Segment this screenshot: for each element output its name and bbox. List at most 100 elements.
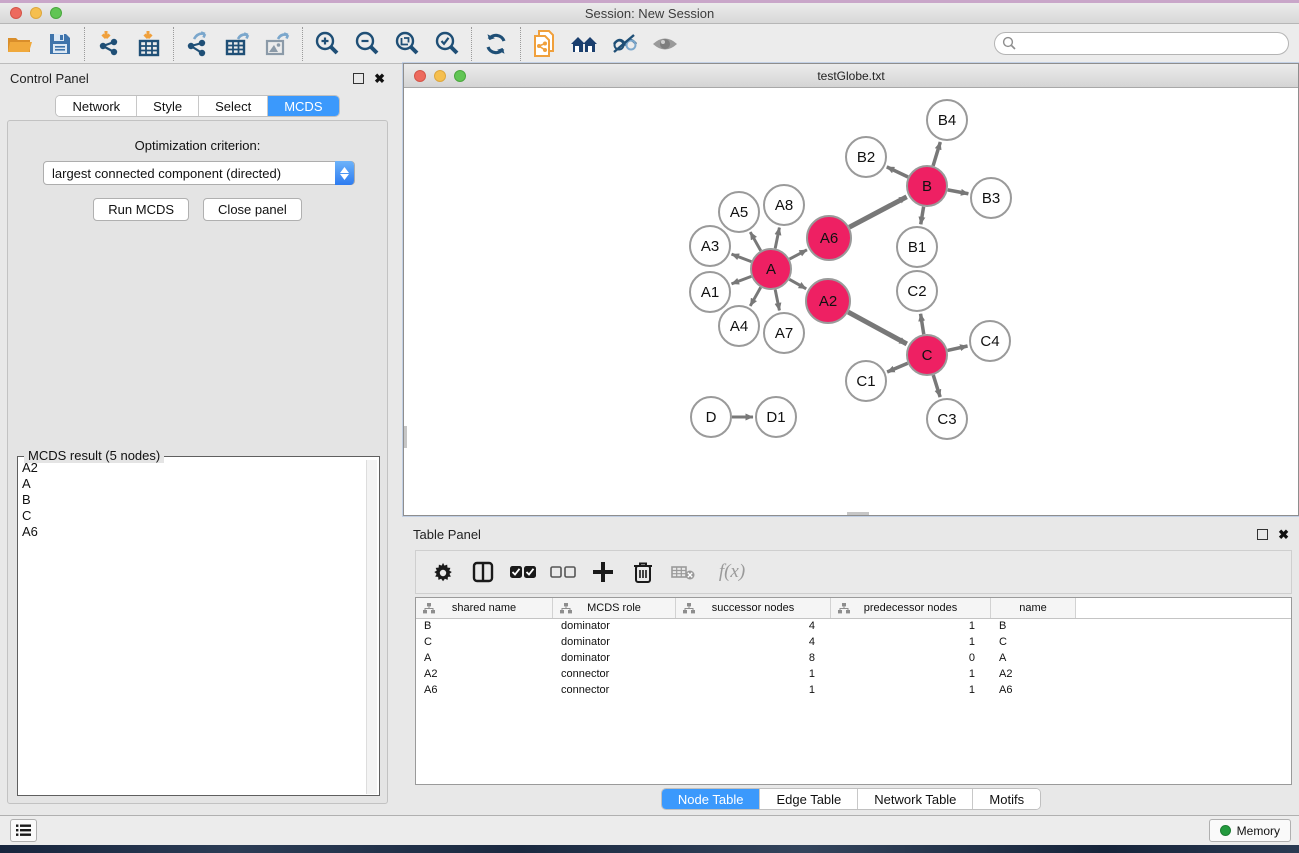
table-row[interactable]: A2connector11A2	[416, 667, 1291, 683]
node-A2[interactable]: A2	[806, 279, 850, 323]
edge-A-A6[interactable]	[790, 250, 807, 259]
column-header-successor-nodes[interactable]: successor nodes	[676, 598, 831, 618]
column-header-shared-name[interactable]: shared name	[416, 598, 553, 618]
edge-A6-B[interactable]	[849, 197, 906, 227]
table-cell[interactable]: 1	[831, 667, 991, 683]
select-all-button[interactable]	[506, 555, 540, 589]
mcds-result-scrollbar[interactable]	[366, 460, 377, 794]
table-cell[interactable]: 1	[831, 683, 991, 699]
edge-A-A2[interactable]	[789, 279, 806, 288]
network-graph[interactable]: B4B2BB3A8A5A6A3B1AA1C2A2A4A7C4CC1C3DD1	[404, 88, 1298, 515]
table-cell[interactable]: A	[991, 651, 1076, 667]
node-B3[interactable]: B3	[971, 178, 1011, 218]
table-cell[interactable]: 0	[831, 651, 991, 667]
function-builder-button[interactable]: f(x)	[706, 555, 758, 589]
edge-A-A5[interactable]	[750, 232, 760, 251]
table-cell[interactable]: 1	[676, 667, 831, 683]
control-tab-network[interactable]: Network	[56, 96, 137, 116]
gear-button[interactable]	[426, 555, 460, 589]
float-panel-icon[interactable]	[353, 73, 364, 84]
edge-A-A4[interactable]	[750, 287, 760, 306]
table-cell[interactable]: 8	[676, 651, 831, 667]
column-header-predecessor-nodes[interactable]: predecessor nodes	[831, 598, 991, 618]
node-A1[interactable]: A1	[690, 272, 730, 312]
mcds-result-item[interactable]: B	[18, 492, 365, 508]
close-panel-button[interactable]: Close panel	[203, 198, 302, 221]
edge-A2-C[interactable]	[848, 312, 907, 344]
node-A8[interactable]: A8	[764, 185, 804, 225]
float-table-panel-icon[interactable]	[1257, 529, 1268, 540]
hide-glasses-button[interactable]	[605, 27, 645, 61]
save-session-button[interactable]	[40, 27, 80, 61]
node-B[interactable]: B	[907, 166, 947, 206]
control-tab-style[interactable]: Style	[137, 96, 199, 116]
node-C2[interactable]: C2	[897, 271, 937, 311]
criterion-select[interactable]: largest connected component (directed)	[43, 161, 355, 185]
column-view-button[interactable]	[466, 555, 500, 589]
edge-C-C1[interactable]	[887, 363, 908, 372]
edge-B-B2[interactable]	[887, 167, 908, 177]
table-cell[interactable]: dominator	[553, 651, 676, 667]
import-table-button[interactable]	[129, 27, 169, 61]
node-B4[interactable]: B4	[927, 100, 967, 140]
node-A5[interactable]: A5	[719, 192, 759, 232]
show-eye-button[interactable]	[645, 27, 685, 61]
table-cell[interactable]: 4	[676, 635, 831, 651]
zoom-out-button[interactable]	[347, 27, 387, 61]
add-column-button[interactable]	[586, 555, 620, 589]
mcds-result-list[interactable]: A2ABCA6	[18, 460, 365, 794]
open-session-button[interactable]	[0, 27, 40, 61]
deselect-all-button[interactable]	[546, 555, 580, 589]
close-table-panel-icon[interactable]: ✖	[1278, 529, 1289, 540]
zoom-selected-button[interactable]	[427, 27, 467, 61]
node-C3[interactable]: C3	[927, 399, 967, 439]
memory-button[interactable]: Memory	[1209, 819, 1291, 842]
export-image-button[interactable]	[258, 27, 298, 61]
network-window-titlebar[interactable]: testGlobe.txt	[404, 64, 1298, 88]
node-A[interactable]: A	[751, 249, 791, 289]
edge-C-C2[interactable]	[921, 314, 924, 335]
edge-B-B1[interactable]	[921, 207, 924, 225]
node-C4[interactable]: C4	[970, 321, 1010, 361]
table-cell[interactable]: A	[416, 651, 553, 667]
table-cell[interactable]: A2	[416, 667, 553, 683]
table-cell[interactable]: dominator	[553, 635, 676, 651]
table-row[interactable]: Adominator80A	[416, 651, 1291, 667]
mcds-result-item[interactable]: A2	[18, 460, 365, 476]
edge-B-B3[interactable]	[948, 190, 969, 194]
table-row[interactable]: A6connector11A6	[416, 683, 1291, 699]
node-B1[interactable]: B1	[897, 227, 937, 267]
table-tab-network-table[interactable]: Network Table	[858, 789, 973, 809]
edge-B-B4[interactable]	[933, 142, 940, 166]
delete-column-button[interactable]	[626, 555, 660, 589]
table-row[interactable]: Bdominator41B	[416, 619, 1291, 635]
table-cell[interactable]: connector	[553, 667, 676, 683]
node-C1[interactable]: C1	[846, 361, 886, 401]
zoom-in-button[interactable]	[307, 27, 347, 61]
node-A6[interactable]: A6	[807, 216, 851, 260]
export-table-button[interactable]	[218, 27, 258, 61]
node-A3[interactable]: A3	[690, 226, 730, 266]
edge-C-C4[interactable]	[947, 346, 967, 350]
node-B2[interactable]: B2	[846, 137, 886, 177]
run-mcds-button[interactable]: Run MCDS	[93, 198, 189, 221]
node-D1[interactable]: D1	[756, 397, 796, 437]
close-panel-icon[interactable]: ✖	[374, 73, 385, 84]
mcds-result-item[interactable]: C	[18, 508, 365, 524]
edge-A-A1[interactable]	[732, 276, 752, 283]
table-cell[interactable]: A6	[416, 683, 553, 699]
column-header-name[interactable]: name	[991, 598, 1076, 618]
table-cell[interactable]: A2	[991, 667, 1076, 683]
edge-A-A3[interactable]	[732, 254, 752, 261]
table-cell[interactable]: dominator	[553, 619, 676, 635]
table-cell[interactable]: C	[416, 635, 553, 651]
table-cell[interactable]: 1	[831, 635, 991, 651]
mcds-result-item[interactable]: A6	[18, 524, 365, 540]
table-tab-edge-table[interactable]: Edge Table	[760, 789, 858, 809]
horizontal-scroll-indicator[interactable]	[847, 512, 869, 515]
table-cell[interactable]: B	[991, 619, 1076, 635]
table-cell[interactable]: A6	[991, 683, 1076, 699]
table-row[interactable]: Cdominator41C	[416, 635, 1291, 651]
export-network-button[interactable]	[178, 27, 218, 61]
table-cell[interactable]: 1	[831, 619, 991, 635]
